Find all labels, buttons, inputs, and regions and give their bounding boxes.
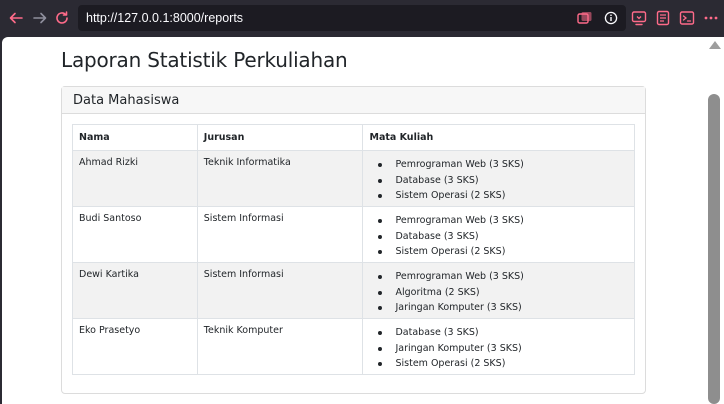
cell-nama: Dewi Kartika [72, 262, 198, 319]
arrow-right-icon [33, 12, 47, 24]
forward-button[interactable] [30, 8, 50, 28]
url-text[interactable]: http://127.0.0.1:8000/reports [86, 11, 243, 25]
cell-nama: Eko Prasetyo [72, 318, 198, 375]
list-item: Sistem Operasi (2 SKS) [377, 188, 628, 204]
course-list: Pemrograman Web (3 SKS) Algoritma (2 SKS… [369, 269, 628, 316]
column-header-jurusan: Jurusan [196, 124, 364, 151]
cell-mata-kuliah: Database (3 SKS) Jaringan Komputer (3 SK… [362, 318, 635, 375]
list-item: Pemrograman Web (3 SKS) [377, 213, 628, 229]
table-row: Budi Santoso Sistem Informasi Pemrograma… [72, 206, 635, 263]
course-list: Pemrograman Web (3 SKS) Database (3 SKS)… [369, 157, 628, 204]
list-item: Sistem Operasi (2 SKS) [377, 244, 628, 260]
cell-nama: Budi Santoso [72, 206, 198, 263]
back-button[interactable] [6, 8, 26, 28]
list-item: Database (3 SKS) [377, 173, 628, 189]
list-item: Algoritma (2 SKS) [377, 285, 628, 301]
reader-view-icon [656, 10, 670, 26]
cell-jurusan: Sistem Informasi [196, 262, 364, 319]
arrow-left-icon [9, 12, 23, 24]
vertical-scrollbar[interactable] [704, 37, 724, 404]
screenshot-icon [631, 11, 647, 26]
reload-icon [56, 11, 68, 24]
table-header-row: Nama Jurusan Mata Kuliah [72, 124, 635, 151]
cell-jurusan: Teknik Komputer [196, 318, 364, 375]
reader-view-button[interactable] [654, 8, 672, 28]
cell-mata-kuliah: Pemrograman Web (3 SKS) Database (3 SKS)… [362, 206, 635, 263]
more-icon [704, 16, 718, 20]
site-info-button[interactable] [602, 9, 620, 27]
cell-jurusan: Sistem Informasi [196, 206, 364, 263]
terminal-icon [679, 11, 695, 25]
card-header: Data Mahasiswa [62, 87, 645, 114]
tabs-button[interactable] [576, 9, 594, 27]
list-item: Sistem Operasi (2 SKS) [377, 356, 628, 372]
info-icon [604, 11, 618, 25]
url-bar[interactable]: http://127.0.0.1:8000/reports [78, 5, 626, 31]
column-header-mata-kuliah: Mata Kuliah [362, 124, 635, 151]
list-item: Pemrograman Web (3 SKS) [377, 157, 628, 173]
tabs-icon [577, 12, 592, 24]
screenshot-button[interactable] [630, 8, 648, 28]
course-list: Pemrograman Web (3 SKS) Database (3 SKS)… [369, 213, 628, 260]
reload-button[interactable] [52, 8, 72, 28]
cell-mata-kuliah: Pemrograman Web (3 SKS) Algoritma (2 SKS… [362, 262, 635, 319]
page-title: Laporan Statistik Perkuliahan [61, 48, 348, 72]
list-item: Pemrograman Web (3 SKS) [377, 269, 628, 285]
course-list: Database (3 SKS) Jaringan Komputer (3 SK… [369, 325, 628, 372]
student-data-card: Data Mahasiswa Nama Jurusan Mata Kuliah … [61, 86, 646, 394]
column-header-nama: Nama [72, 124, 198, 151]
page-viewport: Laporan Statistik Perkuliahan Data Mahas… [2, 37, 704, 404]
scroll-up-arrow-icon[interactable] [709, 41, 721, 49]
list-item: Database (3 SKS) [377, 229, 628, 245]
browser-toolbar: http://127.0.0.1:8000/reports [0, 0, 724, 36]
list-item: Database (3 SKS) [377, 325, 628, 341]
table-row: Ahmad Rizki Teknik Informatika Pemrogram… [72, 150, 635, 207]
student-table: Nama Jurusan Mata Kuliah Ahmad Rizki Tek… [72, 124, 635, 375]
table-row: Dewi Kartika Sistem Informasi Pemrograma… [72, 262, 635, 319]
list-item: Jaringan Komputer (3 SKS) [377, 341, 628, 357]
terminal-button[interactable] [678, 8, 696, 28]
cell-mata-kuliah: Pemrograman Web (3 SKS) Database (3 SKS)… [362, 150, 635, 207]
scroll-thumb[interactable] [708, 94, 720, 404]
cell-jurusan: Teknik Informatika [196, 150, 364, 207]
table-row: Eko Prasetyo Teknik Komputer Database (3… [72, 318, 635, 375]
list-item: Jaringan Komputer (3 SKS) [377, 300, 628, 316]
more-button[interactable] [702, 8, 720, 28]
cell-nama: Ahmad Rizki [72, 150, 198, 207]
